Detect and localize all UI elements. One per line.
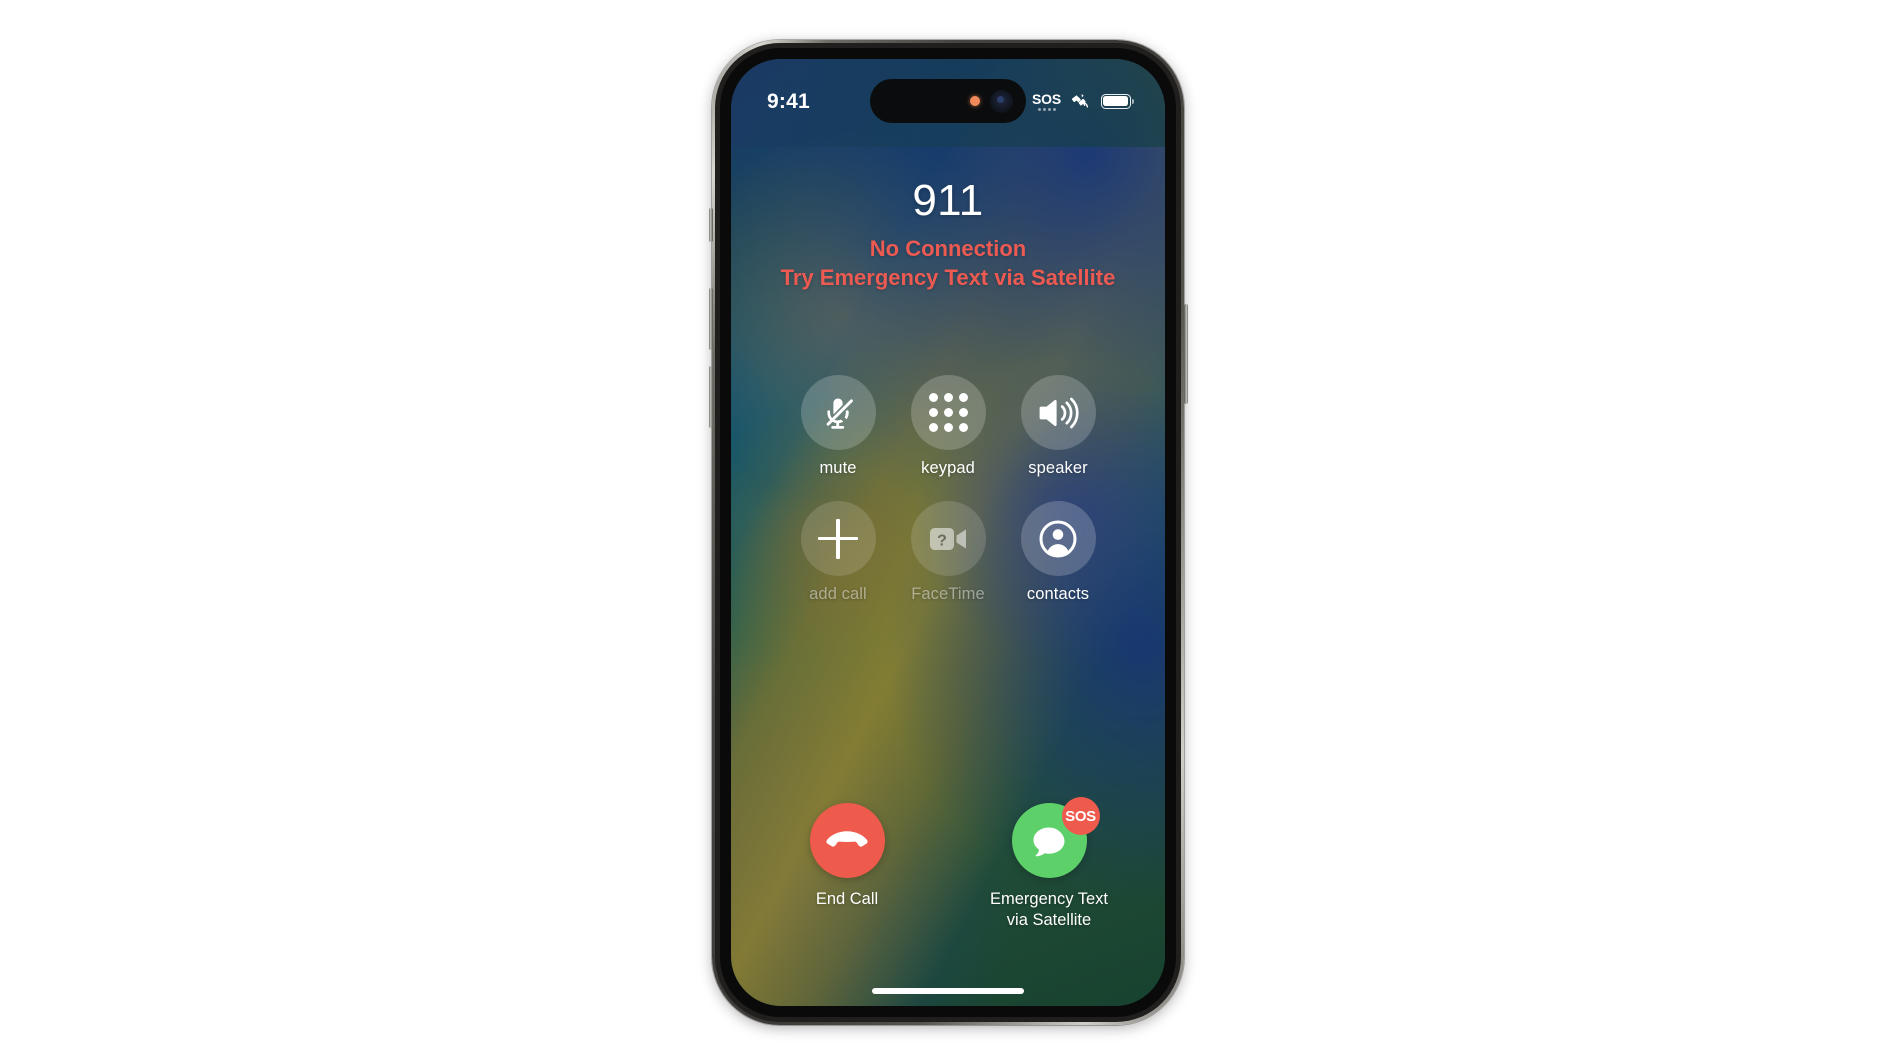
control-contacts[interactable]: contacts [1008, 501, 1108, 604]
contacts-button[interactable] [1020, 501, 1096, 576]
dynamic-island[interactable] [870, 79, 1026, 123]
sos-badge: SOS [1061, 797, 1100, 835]
add-call-button[interactable] [800, 501, 876, 576]
emergency-text-label-line2: via Satellite [1006, 911, 1092, 930]
end-call-button[interactable] [809, 803, 885, 878]
speaker-icon [1039, 397, 1079, 428]
control-label-keypad: keypad [921, 459, 975, 477]
call-header: 911 No Connection Try Emergency Text via… [731, 176, 1165, 292]
call-controls-grid: mute keypad speaker add call ? FaceTime … [783, 375, 1113, 604]
iphone-device: 9:41 SOS 911 No Connection Try Emergency… [708, 40, 1188, 1025]
volume-down-button[interactable] [708, 366, 713, 428]
control-speaker[interactable]: speaker [1008, 375, 1108, 478]
keypad-button[interactable] [910, 375, 986, 450]
control-label-facetime: FaceTime [911, 585, 985, 603]
control-add-call[interactable]: add call [788, 501, 888, 604]
bottom-actions: End Call SOS Emergency Text via Satellit… [783, 797, 1113, 931]
contacts-icon [1039, 520, 1077, 557]
home-indicator[interactable] [872, 988, 1024, 994]
hang-up-icon [826, 830, 868, 847]
control-keypad[interactable]: keypad [898, 375, 998, 478]
power-button[interactable] [1183, 304, 1188, 404]
control-label-speaker: speaker [1028, 459, 1088, 477]
emergency-text-button[interactable]: SOS [1011, 797, 1100, 878]
control-mute[interactable]: mute [788, 375, 888, 478]
facetime-button[interactable]: ? [910, 501, 986, 576]
mic-off-icon [826, 398, 853, 429]
call-status-line2: Try Emergency Text via Satellite [780, 265, 1116, 291]
control-facetime[interactable]: ? FaceTime [898, 501, 998, 604]
volume-up-button[interactable] [708, 288, 713, 350]
mute-button[interactable] [800, 375, 876, 450]
callee-name: 911 [912, 176, 984, 225]
end-call-label: End Call [815, 890, 879, 908]
control-label-contacts: contacts [1026, 585, 1090, 603]
front-camera-icon [990, 89, 1013, 113]
mic-indicator-icon [970, 96, 980, 106]
end-call-cell[interactable]: End Call [783, 803, 911, 910]
emergency-text-cell[interactable]: SOS Emergency Text via Satellite [985, 797, 1113, 931]
speaker-button[interactable] [1020, 375, 1096, 450]
action-button[interactable] [708, 208, 713, 242]
call-status-line1: No Connection [869, 236, 1027, 262]
svg-text:?: ? [937, 532, 947, 549]
emergency-text-label-line1: Emergency Text [990, 890, 1108, 908]
emergency-text-label: Emergency Text via Satellite [990, 889, 1108, 931]
call-status: No Connection Try Emergency Text via Sat… [731, 234, 1165, 292]
keypad-icon [928, 393, 968, 432]
control-label-add-call: add call [809, 585, 867, 603]
control-label-mute: mute [819, 459, 857, 477]
screenshot-canvas: 9:41 SOS 911 No Connection Try Emergency… [0, 0, 1884, 1060]
facetime-unavailable-icon: ? [930, 527, 966, 550]
plus-icon [818, 518, 858, 559]
phone-screen: 9:41 SOS 911 No Connection Try Emergency… [731, 59, 1165, 1006]
